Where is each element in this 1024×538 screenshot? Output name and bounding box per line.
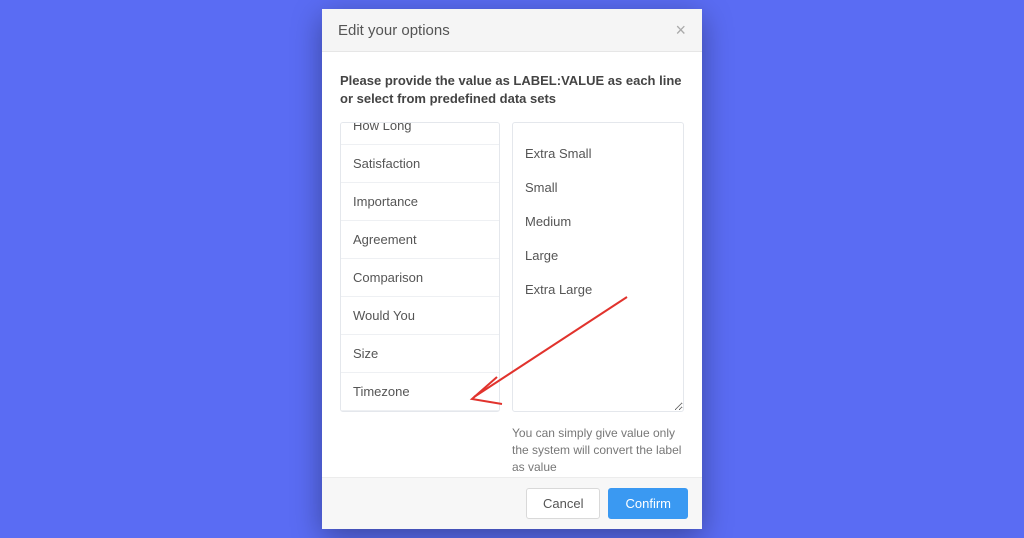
preset-item-would-you[interactable]: Would You [341, 297, 499, 335]
preset-item-comparison[interactable]: Comparison [341, 259, 499, 297]
preset-item-how-long[interactable]: How Long [341, 122, 499, 145]
modal-header: Edit your options × [322, 9, 702, 52]
preset-list[interactable]: How LongSatisfactionImportanceAgreementC… [340, 122, 500, 412]
right-column: You can simply give value only the syste… [512, 122, 684, 467]
preset-item-importance[interactable]: Importance [341, 183, 499, 221]
edit-options-modal: Edit your options × Please provide the v… [322, 9, 702, 529]
values-textarea[interactable] [512, 122, 684, 412]
hint-text: You can simply give value only the syste… [512, 425, 684, 475]
modal-footer: Cancel Confirm [322, 477, 702, 529]
preset-item-size[interactable]: Size [341, 335, 499, 373]
cancel-button[interactable]: Cancel [526, 488, 600, 519]
preset-item-timezone[interactable]: Timezone [341, 373, 499, 411]
preset-item-agreement[interactable]: Agreement [341, 221, 499, 259]
confirm-button[interactable]: Confirm [608, 488, 688, 519]
close-button[interactable]: × [675, 21, 686, 39]
columns: How LongSatisfactionImportanceAgreementC… [340, 122, 684, 467]
preset-item-satisfaction[interactable]: Satisfaction [341, 145, 499, 183]
instruction-text: Please provide the value as LABEL:VALUE … [340, 72, 684, 108]
modal-title: Edit your options [338, 22, 450, 39]
close-icon: × [675, 20, 686, 40]
modal-body: Please provide the value as LABEL:VALUE … [322, 52, 702, 477]
